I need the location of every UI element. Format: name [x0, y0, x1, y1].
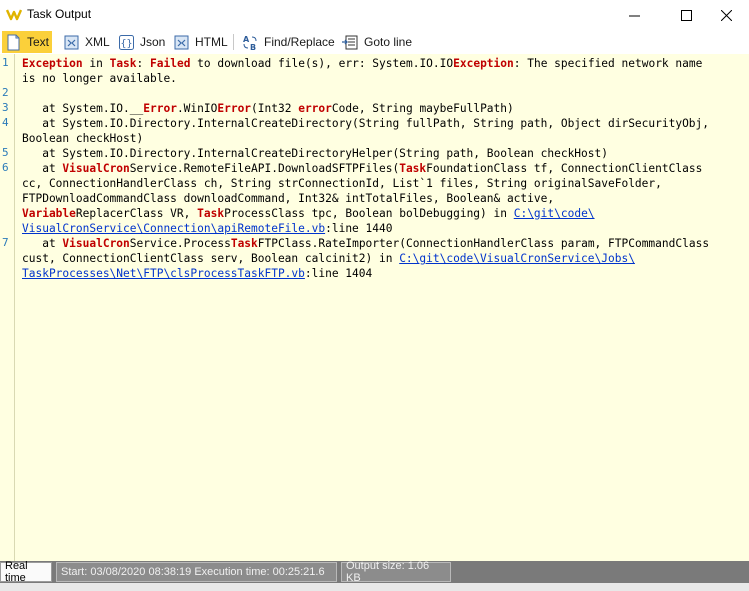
output-format-toolbar: Text XML {} Json HTML A B Find/Replace G… [0, 30, 749, 54]
svg-text:B: B [250, 43, 256, 51]
output-line: is no longer available. [22, 72, 177, 85]
output-text: Exception in Task: Failed to download fi… [22, 56, 747, 281]
output-line: at System.IO.__Error.WinIOError(Int32 er… [22, 101, 747, 116]
realtime-toggle[interactable]: Real time [0, 560, 52, 584]
text-segment: at [22, 237, 63, 250]
visualcron-logo-icon [6, 9, 22, 21]
source-file-link[interactable]: C:\git\code\ [514, 207, 595, 220]
json-braces-icon: {} [119, 34, 134, 50]
json-view-button[interactable]: {} Json [115, 31, 168, 53]
output-line: FTPDownloadCommandClass downloadCommand,… [22, 192, 555, 205]
text-segment: to download file(s), err: System.IO.IO [190, 57, 454, 70]
html-view-label: HTML [195, 35, 228, 49]
highlight-keyword: Error [217, 102, 252, 115]
line-number: 7 [2, 236, 9, 249]
xml-document-icon [64, 35, 79, 49]
highlight-keyword: error [298, 102, 332, 115]
text-segment: Code, String maybeFullPath) [331, 102, 514, 115]
line-number: 1 [2, 56, 9, 69]
text-segment: cust, ConnectionClientClass serv, Boolea… [22, 252, 400, 265]
text-segment: at System.IO.__ [22, 102, 144, 115]
title-bar: Task Output [0, 0, 749, 30]
output-size: Output size: 1.06 KB [341, 560, 451, 584]
text-segment: .WinIO [176, 102, 218, 115]
text-segment: :line 1440 [325, 222, 393, 235]
text-segment: at [22, 162, 63, 175]
line-number: 2 [2, 86, 9, 99]
html-view-button[interactable]: HTML [170, 31, 231, 53]
output-line: TaskProcesses\Net\FTP\clsProcessTaskFTP.… [22, 266, 747, 281]
output-line: at VisualCronService.ProcessTaskFTPClass… [22, 236, 747, 251]
text-segment: Service.RemoteFileAPI.DownloadSFTPFiles( [129, 162, 400, 175]
source-file-link[interactable]: TaskProcesses\Net\FTP\clsProcessTaskFTP.… [22, 267, 305, 280]
goto-line-icon [342, 35, 358, 49]
execution-timing: Start: 03/08/2020 08:38:19 Execution tim… [56, 562, 337, 582]
find-replace-icon: A B [243, 35, 257, 51]
text-segment: : [136, 57, 151, 70]
highlight-keyword: VisualCron [62, 162, 130, 175]
empty-line [22, 86, 747, 101]
text-segment: in [82, 57, 110, 70]
source-file-link[interactable]: C:\git\code\VisualCronService\Jobs\ [399, 252, 635, 265]
output-line: VisualCronService\Connection\apiRemoteFi… [22, 221, 747, 236]
window-title: Task Output [27, 7, 92, 21]
text-segment: FoundationClass tf, ConnectionClientClas… [426, 162, 703, 175]
text-segment: ReplacerClass VR, [75, 207, 198, 220]
xml-view-button[interactable]: XML [60, 31, 113, 53]
status-bar: Real time Start: 03/08/2020 08:38:19 Exe… [0, 560, 749, 584]
output-line: at System.IO.Directory.InternalCreateDir… [22, 117, 710, 130]
find-replace-label: Find/Replace [264, 35, 335, 49]
svg-text:{}: {} [120, 38, 132, 49]
highlight-keyword: Failed [150, 57, 191, 70]
text-segment: ProcessClass tpc, Boolean bolDebugging) … [224, 207, 514, 220]
line-number: 6 [2, 161, 9, 174]
maximize-icon [680, 9, 692, 21]
output-line: Exception in Task: Failed to download fi… [22, 56, 747, 71]
highlight-keyword: Exception [22, 57, 83, 70]
output-text-area[interactable]: 1 2 3 4 5 6 7 Exception in Task: Failed … [0, 54, 749, 561]
text-document-icon [7, 34, 20, 50]
highlight-keyword: Task [230, 237, 258, 250]
highlight-keyword: Exception [453, 57, 514, 70]
output-line: VariableReplacerClass VR, TaskProcessCla… [22, 206, 747, 221]
line-number: 4 [2, 116, 9, 129]
highlight-keyword: Task [109, 57, 137, 70]
output-line: cust, ConnectionClientClass serv, Boolea… [22, 251, 747, 266]
highlight-keyword: Error [143, 102, 177, 115]
output-line: at System.IO.Directory.InternalCreateDir… [22, 147, 608, 160]
close-button[interactable] [703, 0, 749, 30]
minimize-icon [628, 15, 640, 16]
json-view-label: Json [140, 35, 166, 49]
line-number: 5 [2, 146, 9, 159]
text-segment: : The specified network name [513, 57, 703, 70]
text-segment: FTPClass.RateImporter(ConnectionHandlerC… [257, 237, 710, 250]
text-segment: Service.Process [129, 237, 231, 250]
highlight-keyword: VisualCron [62, 237, 130, 250]
svg-text:A: A [243, 35, 250, 44]
line-number-gutter: 1 2 3 4 5 6 7 [0, 54, 15, 561]
html-document-icon [174, 35, 189, 49]
source-file-link[interactable]: VisualCronService\Connection\apiRemoteFi… [22, 222, 325, 235]
toolbar-divider [233, 34, 234, 50]
text-segment: :line 1404 [304, 267, 373, 280]
highlight-keyword: Task [399, 162, 427, 175]
line-number: 3 [2, 101, 9, 114]
output-line: Boolean checkHost) [22, 132, 144, 145]
text-segment: (Int32 [251, 102, 299, 115]
find-replace-button[interactable]: A B Find/Replace [239, 31, 338, 53]
goto-line-button[interactable]: Goto line [339, 31, 415, 53]
output-line: cc, ConnectionHandlerClass ch, String st… [22, 177, 662, 190]
window-bottom-strip [0, 583, 749, 591]
close-icon [720, 9, 732, 21]
text-view-button[interactable]: Text [2, 31, 52, 53]
highlight-keyword: Variable [22, 207, 76, 220]
highlight-keyword: Task [197, 207, 225, 220]
goto-line-label: Goto line [364, 35, 413, 49]
output-line: at VisualCronService.RemoteFileAPI.Downl… [22, 161, 747, 176]
minimize-button[interactable] [611, 0, 657, 30]
xml-view-label: XML [85, 35, 110, 49]
text-view-label: Text [26, 35, 49, 49]
